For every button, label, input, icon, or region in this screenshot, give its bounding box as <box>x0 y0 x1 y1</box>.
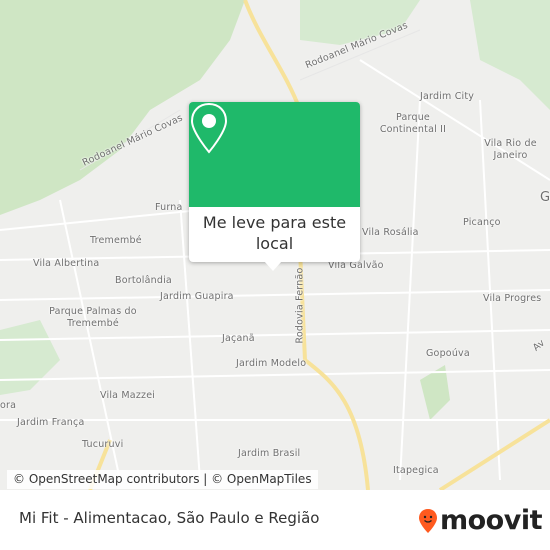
moovit-logo: moovit <box>418 505 543 536</box>
map-label: Jardim City <box>420 91 475 102</box>
map-label: Parque Palmas do Tremembé <box>49 306 137 329</box>
map-label: Tremembé <box>90 235 142 246</box>
map-label: Furna <box>155 202 183 213</box>
map-label: Jardim Brasil <box>238 448 301 459</box>
map-label: Rodovia Fernão <box>294 267 306 344</box>
map-label: Vila Albertina <box>33 258 100 269</box>
map-label: Jardim França <box>17 417 85 428</box>
popup-header <box>189 102 360 207</box>
map-label: Vila Mazzei <box>100 390 156 401</box>
map-label: Tucuruvi <box>82 439 124 450</box>
map-label: Itapegica <box>393 465 439 476</box>
navigate-here-popup[interactable]: Me leve para este local <box>189 102 360 262</box>
map-label: Vila Rio de Janeiro <box>484 138 537 161</box>
moovit-pin-icon <box>419 508 437 533</box>
map-label: Jaçanã <box>222 333 255 344</box>
map-attribution[interactable]: © OpenStreetMap contributors | © OpenMap… <box>7 470 318 489</box>
map-label: Jardim Modelo <box>236 358 307 369</box>
map-label: Bortolândia <box>115 275 172 286</box>
map-label: Vila Rosália <box>362 227 419 238</box>
map-pin-icon <box>190 102 228 154</box>
navigate-here-label: Me leve para este local <box>202 213 347 253</box>
map-label: Picanço <box>463 217 501 228</box>
moovit-logo-text: moovit <box>440 505 543 536</box>
map[interactable]: Rodoanel Mário Covas Rodoanel Mário Cova… <box>0 0 550 490</box>
map-label: Vila Progres <box>483 293 542 304</box>
popup-pointer <box>264 261 282 271</box>
map-label: Parque Continental II <box>379 112 447 135</box>
map-label: ora <box>0 400 17 411</box>
map-label: Gopoúva <box>426 348 470 359</box>
place-title: Mi Fit - Alimentacao, São Paulo e Região <box>19 509 320 527</box>
map-label: Jardim Guapira <box>160 291 234 302</box>
map-label: G <box>540 190 550 205</box>
